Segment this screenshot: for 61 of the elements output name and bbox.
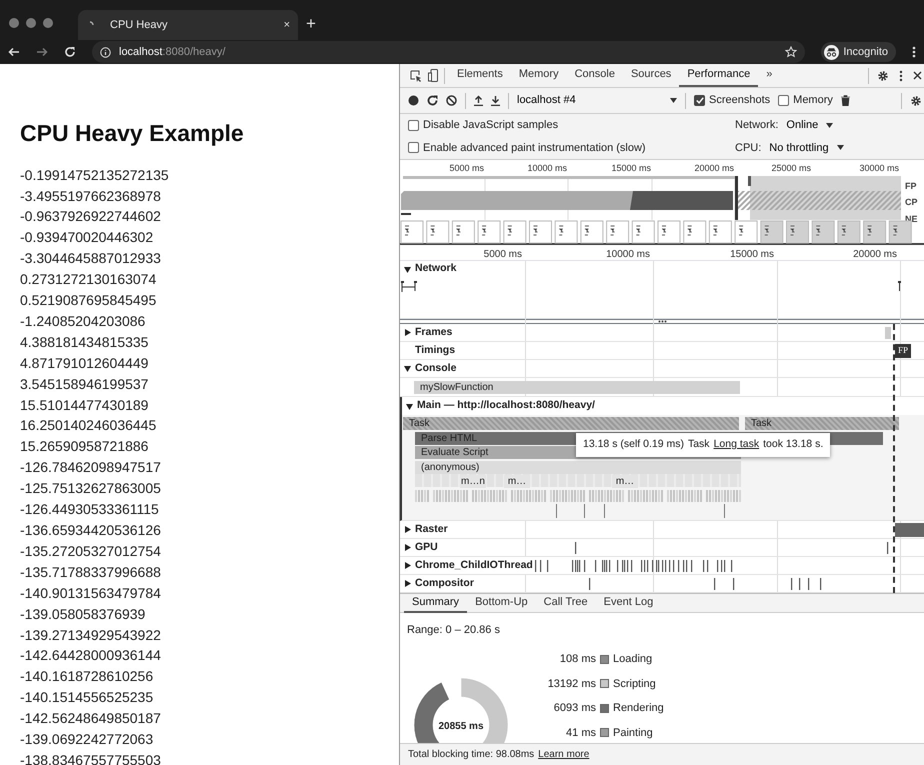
number-line: -0.939470020446302 — [20, 228, 154, 248]
number-line: -136.65934420536126 — [20, 521, 162, 540]
tab-title: CPU Heavy — [110, 18, 168, 33]
time-tick-label: 10000 ms — [527, 162, 567, 175]
tooltip: 13.18 s (self 0.19 ms) Task Long task took 13.18 s. — [576, 433, 830, 457]
number-line: -3.3044645887012933 — [20, 249, 162, 268]
number-line: -142.56248649850187 — [20, 709, 162, 728]
number-line: -138.83467557755503 — [20, 750, 162, 765]
throttle-label: Network: — [735, 118, 778, 133]
console-timing-bar: mySlowFunction — [414, 381, 740, 394]
number-line: 15.26590958721886 — [20, 437, 150, 456]
lane-label: CP — [905, 196, 918, 209]
number-line: -139.058058376939 — [20, 604, 146, 624]
number-line: -126.44930533361115 — [20, 500, 160, 520]
time-value: 13192 ms — [546, 676, 596, 692]
category-label: Rendering — [613, 701, 664, 716]
number-line: 0.2731272130163074 — [20, 270, 158, 290]
number-line: -140.90131563479784 — [20, 584, 162, 603]
number-line: -135.27205327012754 — [20, 542, 162, 561]
category-label: Loading — [613, 652, 652, 667]
track-label: Timings — [414, 343, 456, 358]
number-line: -0.9637926922744602 — [20, 207, 162, 226]
number-line: -139.0692242772063 — [20, 730, 154, 750]
number-line: 15.51014477430189 — [20, 396, 150, 415]
address-text: localhost:8080/heavy/ — [119, 44, 226, 60]
number-line: -1.24085204203086 — [20, 312, 146, 331]
time-value: 108 ms — [558, 652, 596, 667]
time-tick-label: 20000 ms — [853, 248, 897, 262]
number-line: -140.1514556525235 — [20, 688, 154, 708]
time-tick-label: 5000 ms — [449, 162, 484, 175]
category-label: Scripting — [613, 676, 656, 692]
page-heading: CPU Heavy Example — [20, 120, 245, 148]
number-line: 16.250140246036445 — [20, 416, 158, 436]
number-line: -142.64428000936144 — [20, 646, 162, 666]
number-line: -139.27134929543922 — [20, 626, 162, 645]
number-line: 4.871791012604449 — [20, 354, 150, 373]
time-tick-label: 5000 ms — [484, 248, 522, 262]
time-tick-label: 15000 ms — [730, 248, 774, 262]
number-line: -135.71788337996688 — [20, 562, 162, 582]
throttle-label: CPU: — [735, 140, 762, 156]
range-text: Range: 0 – 20.86 s — [407, 623, 500, 638]
time-value: 6093 ms — [552, 701, 596, 716]
number-line: 0.5219087695845495 — [20, 291, 158, 310]
category-label: Painting — [613, 726, 653, 740]
number-line: -125.75132627863005 — [20, 479, 162, 498]
timing-marker: FP — [895, 344, 912, 358]
number-line: -3.4955197662368978 — [20, 186, 162, 206]
time-tick-label: 15000 ms — [611, 162, 651, 175]
donut-total: 20855 ms — [437, 720, 485, 734]
time-tick-label: 25000 ms — [771, 162, 811, 175]
number-line: 3.545158946199537 — [20, 374, 150, 394]
time-tick-label: 20000 ms — [694, 162, 734, 175]
number-line: -126.78462098947517 — [20, 458, 162, 478]
time-value: 41 ms — [565, 726, 596, 740]
time-tick-label: 10000 ms — [606, 248, 650, 262]
blocking-time-text: Total blocking time: 98.08ms — [408, 748, 534, 762]
time-tick-label: 30000 ms — [859, 162, 899, 175]
number-line: -140.1618728610256 — [20, 667, 154, 686]
number-line: 4.388181434815335 — [20, 332, 150, 352]
number-line: -0.19914752135272135 — [20, 166, 170, 185]
lane-label: FP — [905, 180, 917, 193]
